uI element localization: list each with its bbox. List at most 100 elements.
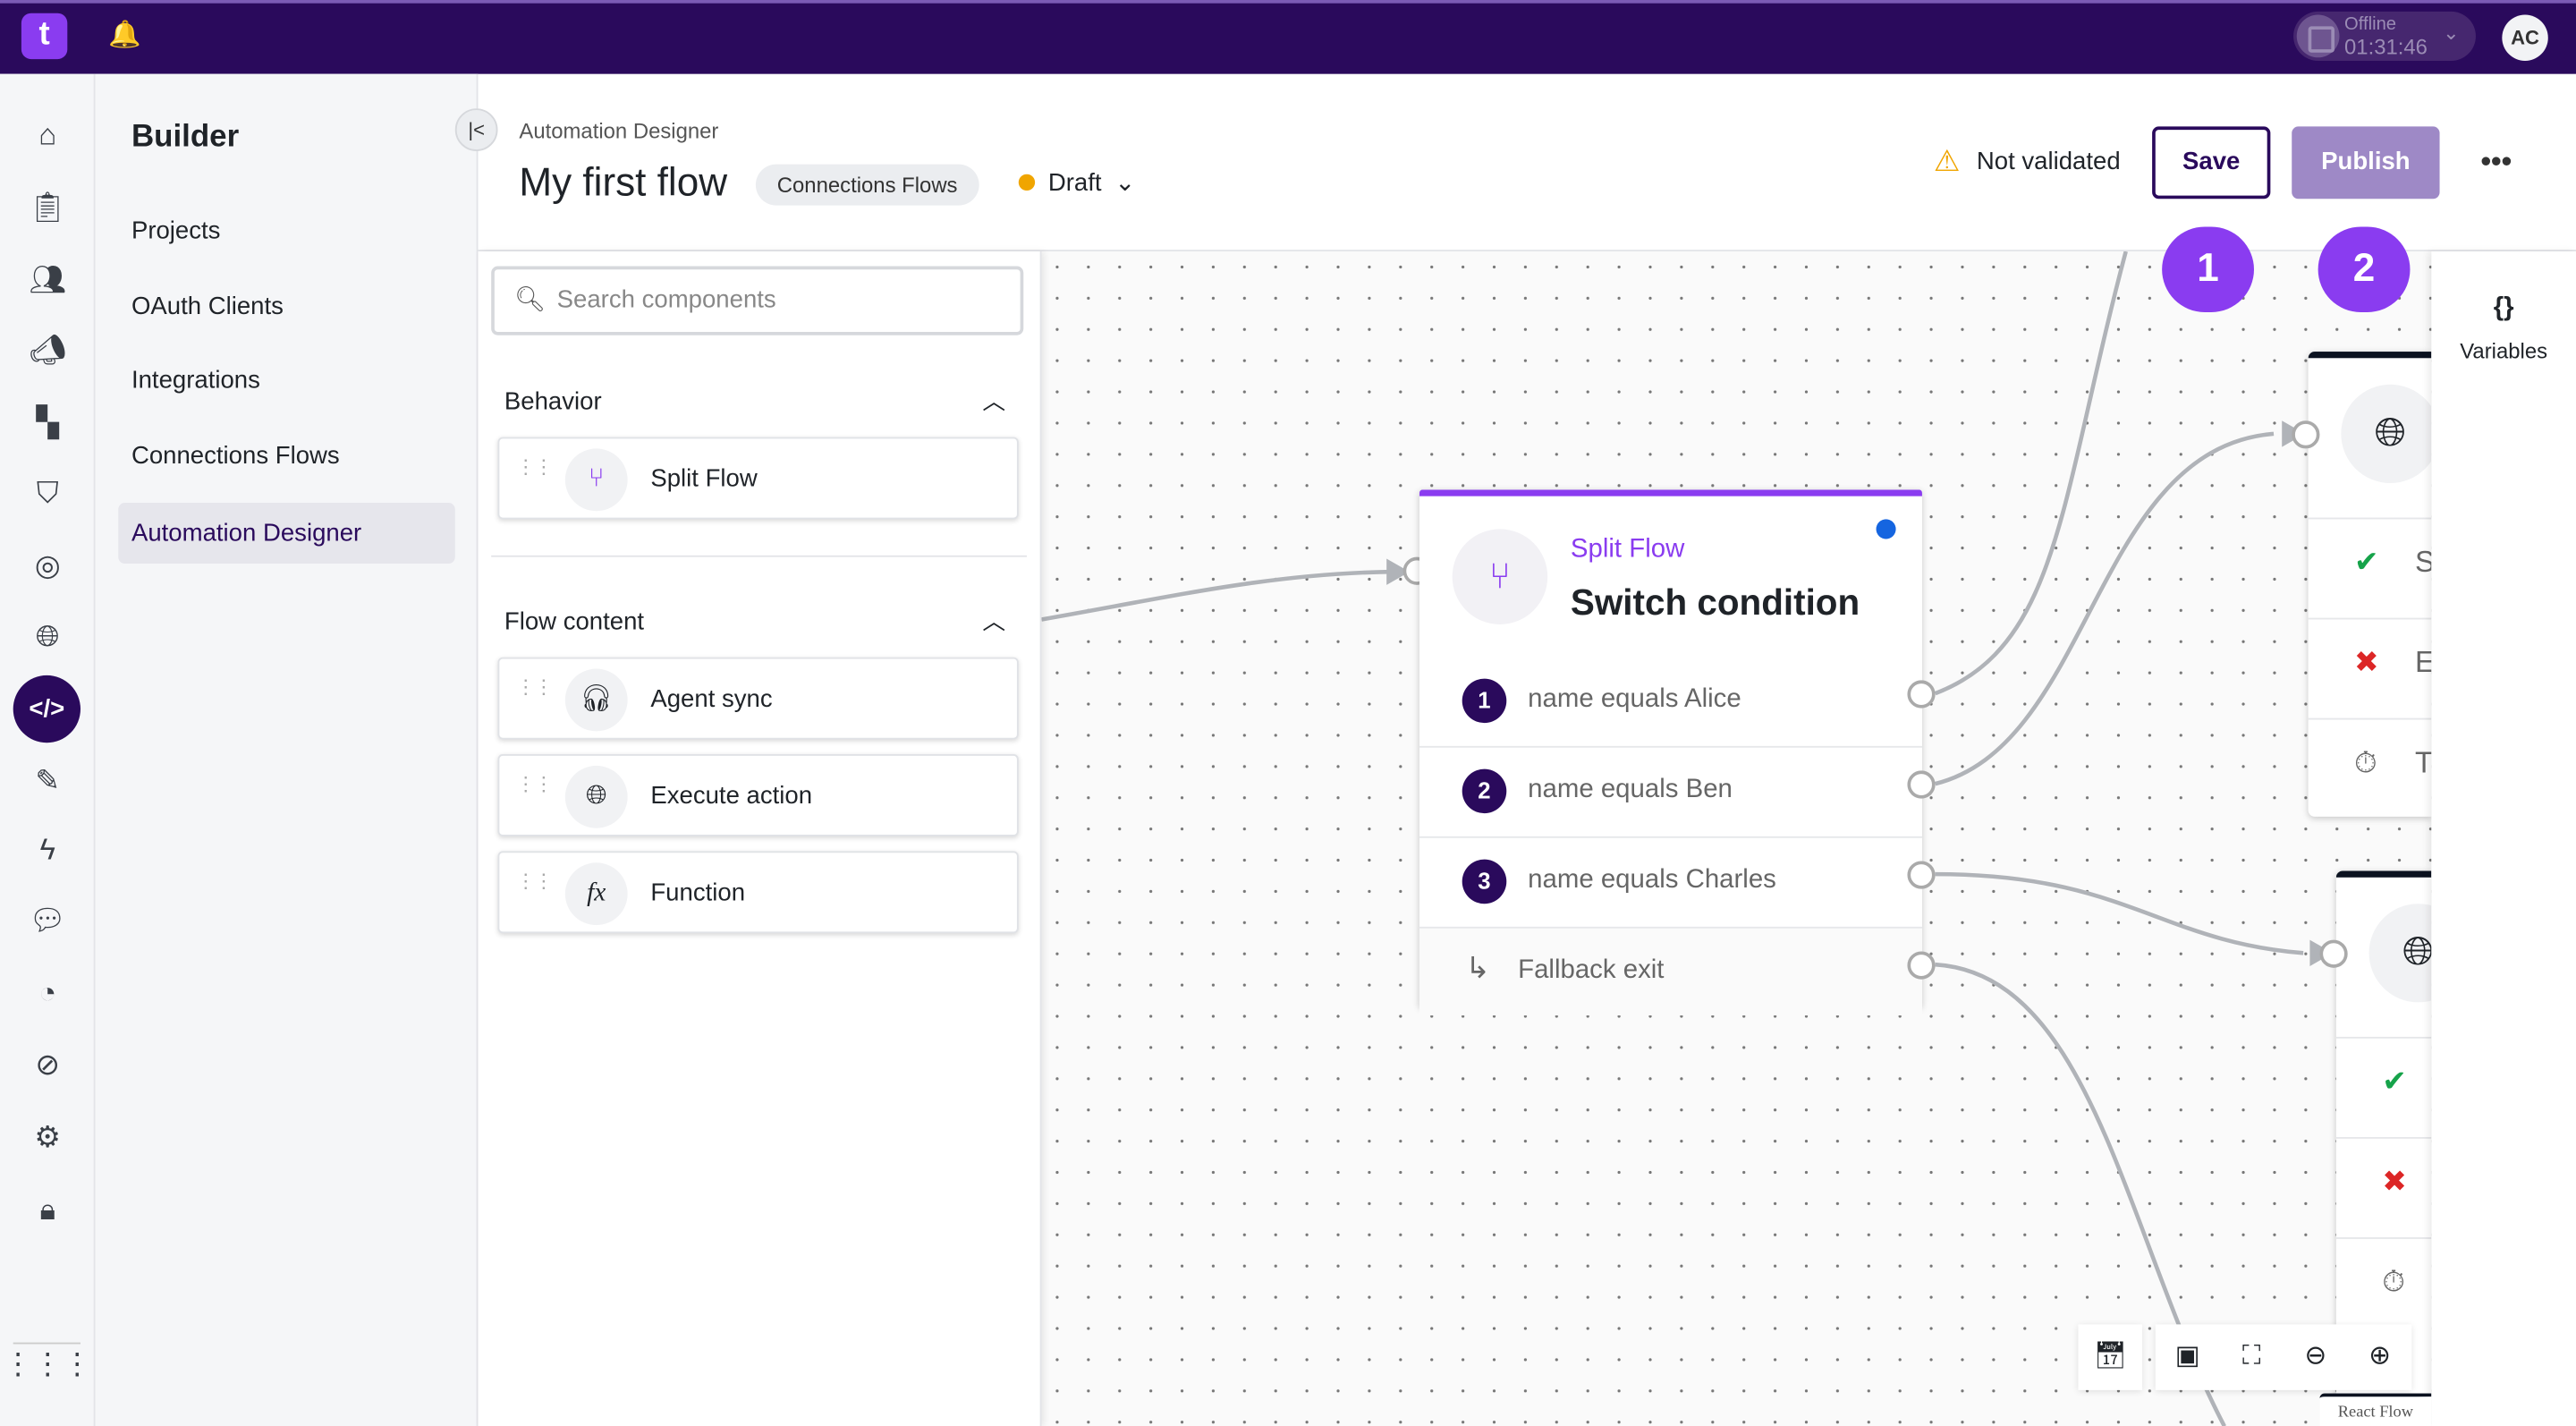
fallback-label: Fallback exit [1518, 955, 1665, 985]
lock-icon[interactable]: 🔒︎ [23, 1184, 72, 1234]
condition-number: 1 [1462, 678, 1507, 724]
compass-icon[interactable]: ⊘ [23, 1040, 72, 1090]
sidebar-item-automation-designer[interactable]: Automation Designer [118, 503, 455, 564]
drag-handle-icon[interactable]: ⋮⋮ [516, 774, 554, 794]
sidebar-item-connections-flows[interactable]: Connections Flows [118, 426, 455, 487]
edge-incoming [1041, 569, 1390, 622]
gear-icon[interactable]: ⚙ [23, 1112, 72, 1161]
globe-icon: 🌐︎ [564, 765, 628, 828]
validation-label: Not validated [1976, 148, 2121, 176]
status-dropdown[interactable]: Draft ⌄ [1018, 167, 1136, 198]
calendar-button[interactable]: 📅︎ [2078, 1324, 2143, 1390]
output-handle[interactable] [1907, 680, 1936, 709]
stop-icon [2296, 14, 2340, 58]
dashboard-icon[interactable]: ▚ [23, 397, 72, 446]
home-icon[interactable]: ⌂ [23, 110, 72, 159]
chat-icon[interactable]: 💬︎ [23, 895, 72, 945]
app-logo[interactable]: t [21, 13, 68, 60]
node-status-dot [1876, 519, 1896, 539]
collapse-sidebar-button[interactable]: |< [454, 108, 498, 151]
component-label: Agent sync [650, 684, 773, 714]
node-type: Split Flow [1570, 535, 1685, 564]
apps-grid-icon[interactable]: ⋮⋮⋮ [4, 1339, 92, 1388]
search-icon: 🔍︎ [513, 285, 546, 314]
switch-condition-node[interactable]: ⑂ Split Flow Switch condition 1 name equa… [1419, 489, 1922, 1016]
success-icon: ✔ [2382, 1065, 2407, 1098]
clipboard-icon[interactable]: 📋︎ [23, 182, 72, 232]
variables-label: Variables [2460, 338, 2548, 363]
split-icon: ⑂ [564, 448, 628, 512]
breadcrumb[interactable]: Automation Designer [519, 118, 718, 143]
code-icon[interactable]: </> [13, 675, 80, 743]
draft-dot [1018, 174, 1036, 191]
sidebar-item-oauth-clients[interactable]: OAuth Clients [118, 276, 455, 337]
component-label: Function [650, 879, 746, 907]
headset-icon: 🎧︎ [564, 668, 628, 732]
flow-type-chip: Connections Flows [755, 164, 979, 206]
output-handle[interactable] [1907, 770, 1936, 799]
row-label: S [2415, 546, 2431, 581]
condition-row[interactable]: 2 name equals Ben [1419, 745, 1922, 835]
timer-icon: ⏱ [2354, 745, 2377, 779]
section-flow-content[interactable]: Flow content ︿ [504, 608, 1005, 636]
execute-action-node[interactable]: 🌐︎ ✔ S ✖ E ⏱ T [2308, 352, 2432, 817]
avatar[interactable]: AC [2502, 14, 2548, 61]
input-handle[interactable] [2319, 939, 2348, 968]
variables-panel[interactable]: {} Variables [2431, 251, 2576, 1426]
drag-handle-icon[interactable]: ⋮⋮ [516, 457, 554, 477]
sidebar-item-projects[interactable]: Projects [118, 200, 455, 261]
save-button[interactable]: Save [2152, 126, 2271, 199]
warning-icon: ⚠ [1933, 144, 1961, 178]
condition-label: name equals Charles [1528, 865, 1776, 895]
icon-rail: ⌂ 📋︎ 👥︎ 📣︎ ▚ ⛉ ◎ 🌐︎ </> ✎ ϟ 💬︎ ◔ ⊘ ⚙ 🔒︎ … [0, 73, 96, 1426]
input-handle[interactable] [2292, 420, 2320, 449]
component-label: Execute action [650, 782, 813, 811]
sidebar-item-integrations[interactable]: Integrations [118, 350, 455, 411]
bolt-icon[interactable]: ϟ [23, 825, 72, 874]
drag-handle-icon[interactable]: ⋮⋮ [516, 870, 554, 890]
minimap-icon[interactable]: ▣ [2156, 1324, 2220, 1389]
chevron-down-icon: ⌄ [1114, 169, 1136, 198]
function-icon: fx [564, 862, 628, 926]
zoom-in-icon[interactable]: ⊕ [2348, 1324, 2412, 1389]
edit-icon[interactable]: ✎ [23, 756, 72, 805]
section-title: Behavior [504, 387, 602, 416]
condition-row[interactable]: 3 name equals Charles [1419, 836, 1922, 925]
row-label: T [2414, 745, 2432, 779]
shield-icon[interactable]: ⛉ [23, 468, 72, 517]
condition-row[interactable]: 1 name equals Alice [1419, 658, 1922, 746]
megaphone-icon[interactable]: 📣︎ [23, 326, 72, 375]
error-icon: ✖ [2382, 1165, 2407, 1198]
component-split-flow[interactable]: ⋮⋮ ⑂ Split Flow [497, 437, 1019, 520]
gauge-icon[interactable]: ◔ [23, 968, 72, 1017]
publish-button[interactable]: Publish [2292, 126, 2440, 199]
fallback-row[interactable]: ↳ Fallback exit [1419, 926, 1922, 1016]
drag-handle-icon[interactable]: ⋮⋮ [516, 677, 554, 697]
fingerprint-icon[interactable]: ◎ [23, 540, 72, 590]
status-selector[interactable]: Offline 01:31:46 ⌄ [2293, 11, 2476, 61]
output-handle[interactable] [1907, 951, 1936, 980]
fit-view-icon[interactable]: ⛶ [2219, 1324, 2284, 1389]
row-label: E [2415, 646, 2431, 681]
calendar-icon[interactable]: 📅︎ [2078, 1324, 2142, 1389]
bell-icon[interactable]: 🔔 [108, 18, 141, 51]
sidebar: Builder Projects OAuth Clients Integrati… [95, 73, 479, 1426]
users-icon[interactable]: 👥︎ [23, 255, 72, 304]
component-function[interactable]: ⋮⋮ fx Function [497, 851, 1019, 934]
zoom-out-icon[interactable]: ⊖ [2284, 1324, 2348, 1389]
component-label: Split Flow [650, 464, 758, 494]
success-icon: ✔ [2354, 545, 2379, 579]
status-label: Offline [2344, 14, 2397, 35]
output-handle[interactable] [1907, 861, 1936, 889]
more-options-icon[interactable]: ••• [2480, 145, 2512, 180]
fallback-arrow-icon: ↳ [1465, 951, 1491, 985]
attribution[interactable]: React Flow [2319, 1393, 2432, 1426]
error-icon: ✖ [2354, 645, 2379, 679]
section-behavior[interactable]: Behavior ︿ [504, 387, 1005, 415]
search-input[interactable]: 🔍︎ Search components [491, 266, 1024, 335]
globe-icon[interactable]: 🌐︎ [23, 611, 72, 660]
component-execute-action[interactable]: ⋮⋮ 🌐︎ Execute action [497, 754, 1019, 836]
chevron-down-icon: ⌄ [2443, 21, 2460, 45]
condition-number: 2 [1462, 768, 1507, 814]
component-agent-sync[interactable]: ⋮⋮ 🎧︎ Agent sync [497, 657, 1019, 740]
